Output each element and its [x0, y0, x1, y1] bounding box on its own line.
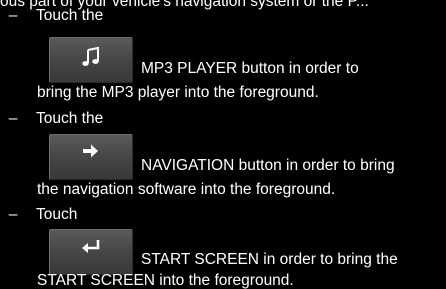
- mp3-player-button[interactable]: [49, 37, 133, 83]
- instruction-intro: Touch the: [36, 110, 104, 127]
- bullet-dash: –: [8, 110, 18, 127]
- instruction-text: START SCREEN in order to bring the: [141, 251, 398, 268]
- instruction-text: START SCREEN into the foreground.: [37, 272, 294, 289]
- instruction-intro: Touch the: [36, 7, 104, 24]
- bullet-dash: –: [8, 206, 18, 223]
- music-note-icon: [80, 46, 102, 68]
- bullet-dash: –: [8, 7, 18, 24]
- instruction-text: bring the MP3 player into the foreground…: [37, 84, 319, 101]
- return-arrow-icon: [78, 238, 104, 256]
- instruction-text: NAVIGATION button in order to bring: [141, 157, 395, 174]
- arrow-right-icon: [81, 143, 101, 159]
- navigation-button[interactable]: [49, 134, 133, 180]
- instruction-text: MP3 PLAYER button in order to: [141, 60, 359, 77]
- start-screen-button[interactable]: [49, 229, 133, 275]
- instruction-text: the navigation software into the foregro…: [37, 181, 336, 198]
- instruction-intro: Touch: [36, 206, 78, 223]
